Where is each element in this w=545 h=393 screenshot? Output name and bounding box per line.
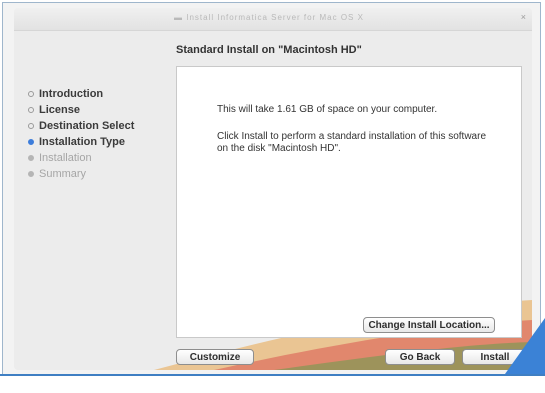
step-label: Installation Type bbox=[39, 136, 125, 148]
step-installation-type: Installation Type bbox=[28, 134, 178, 150]
go-back-button[interactable]: Go Back bbox=[385, 349, 455, 365]
current-step-bullet-icon bbox=[28, 139, 34, 145]
step-summary: Summary bbox=[28, 166, 178, 182]
customize-button[interactable]: Customize bbox=[176, 349, 254, 365]
step-label: Destination Select bbox=[39, 120, 135, 132]
installer-steps: Introduction License Destination Select … bbox=[28, 86, 178, 182]
step-label: Introduction bbox=[39, 88, 104, 100]
accent-line bbox=[0, 374, 545, 376]
installer-window: ▬ Install Informatica Server for Mac OS … bbox=[14, 8, 532, 370]
step-license: License bbox=[28, 102, 178, 118]
step-label: License bbox=[39, 104, 80, 116]
step-label: Summary bbox=[39, 168, 87, 180]
step-bullet-icon bbox=[28, 123, 34, 129]
title-bar[interactable]: ▬ Install Informatica Server for Mac OS … bbox=[14, 8, 532, 31]
step-bullet-icon bbox=[28, 91, 34, 97]
corner-arrow-icon bbox=[505, 318, 545, 374]
step-bullet-icon bbox=[28, 155, 34, 161]
page-title: Standard Install on "Macintosh HD" bbox=[176, 44, 362, 56]
step-installation: Installation bbox=[28, 150, 178, 166]
step-destination-select: Destination Select bbox=[28, 118, 178, 134]
window-title: ▬ Install Informatica Server for Mac OS … bbox=[174, 13, 364, 21]
close-icon[interactable]: × bbox=[521, 12, 526, 22]
step-label: Installation bbox=[39, 152, 92, 164]
content-pane: This will take 1.61 GB of space on your … bbox=[176, 66, 522, 338]
install-message: Click Install to perform a standard inst… bbox=[217, 131, 487, 154]
step-bullet-icon bbox=[28, 107, 34, 113]
space-message: This will take 1.61 GB of space on your … bbox=[217, 104, 438, 115]
step-bullet-icon bbox=[28, 171, 34, 177]
step-introduction: Introduction bbox=[28, 86, 178, 102]
change-install-location-button[interactable]: Change Install Location... bbox=[363, 317, 495, 333]
